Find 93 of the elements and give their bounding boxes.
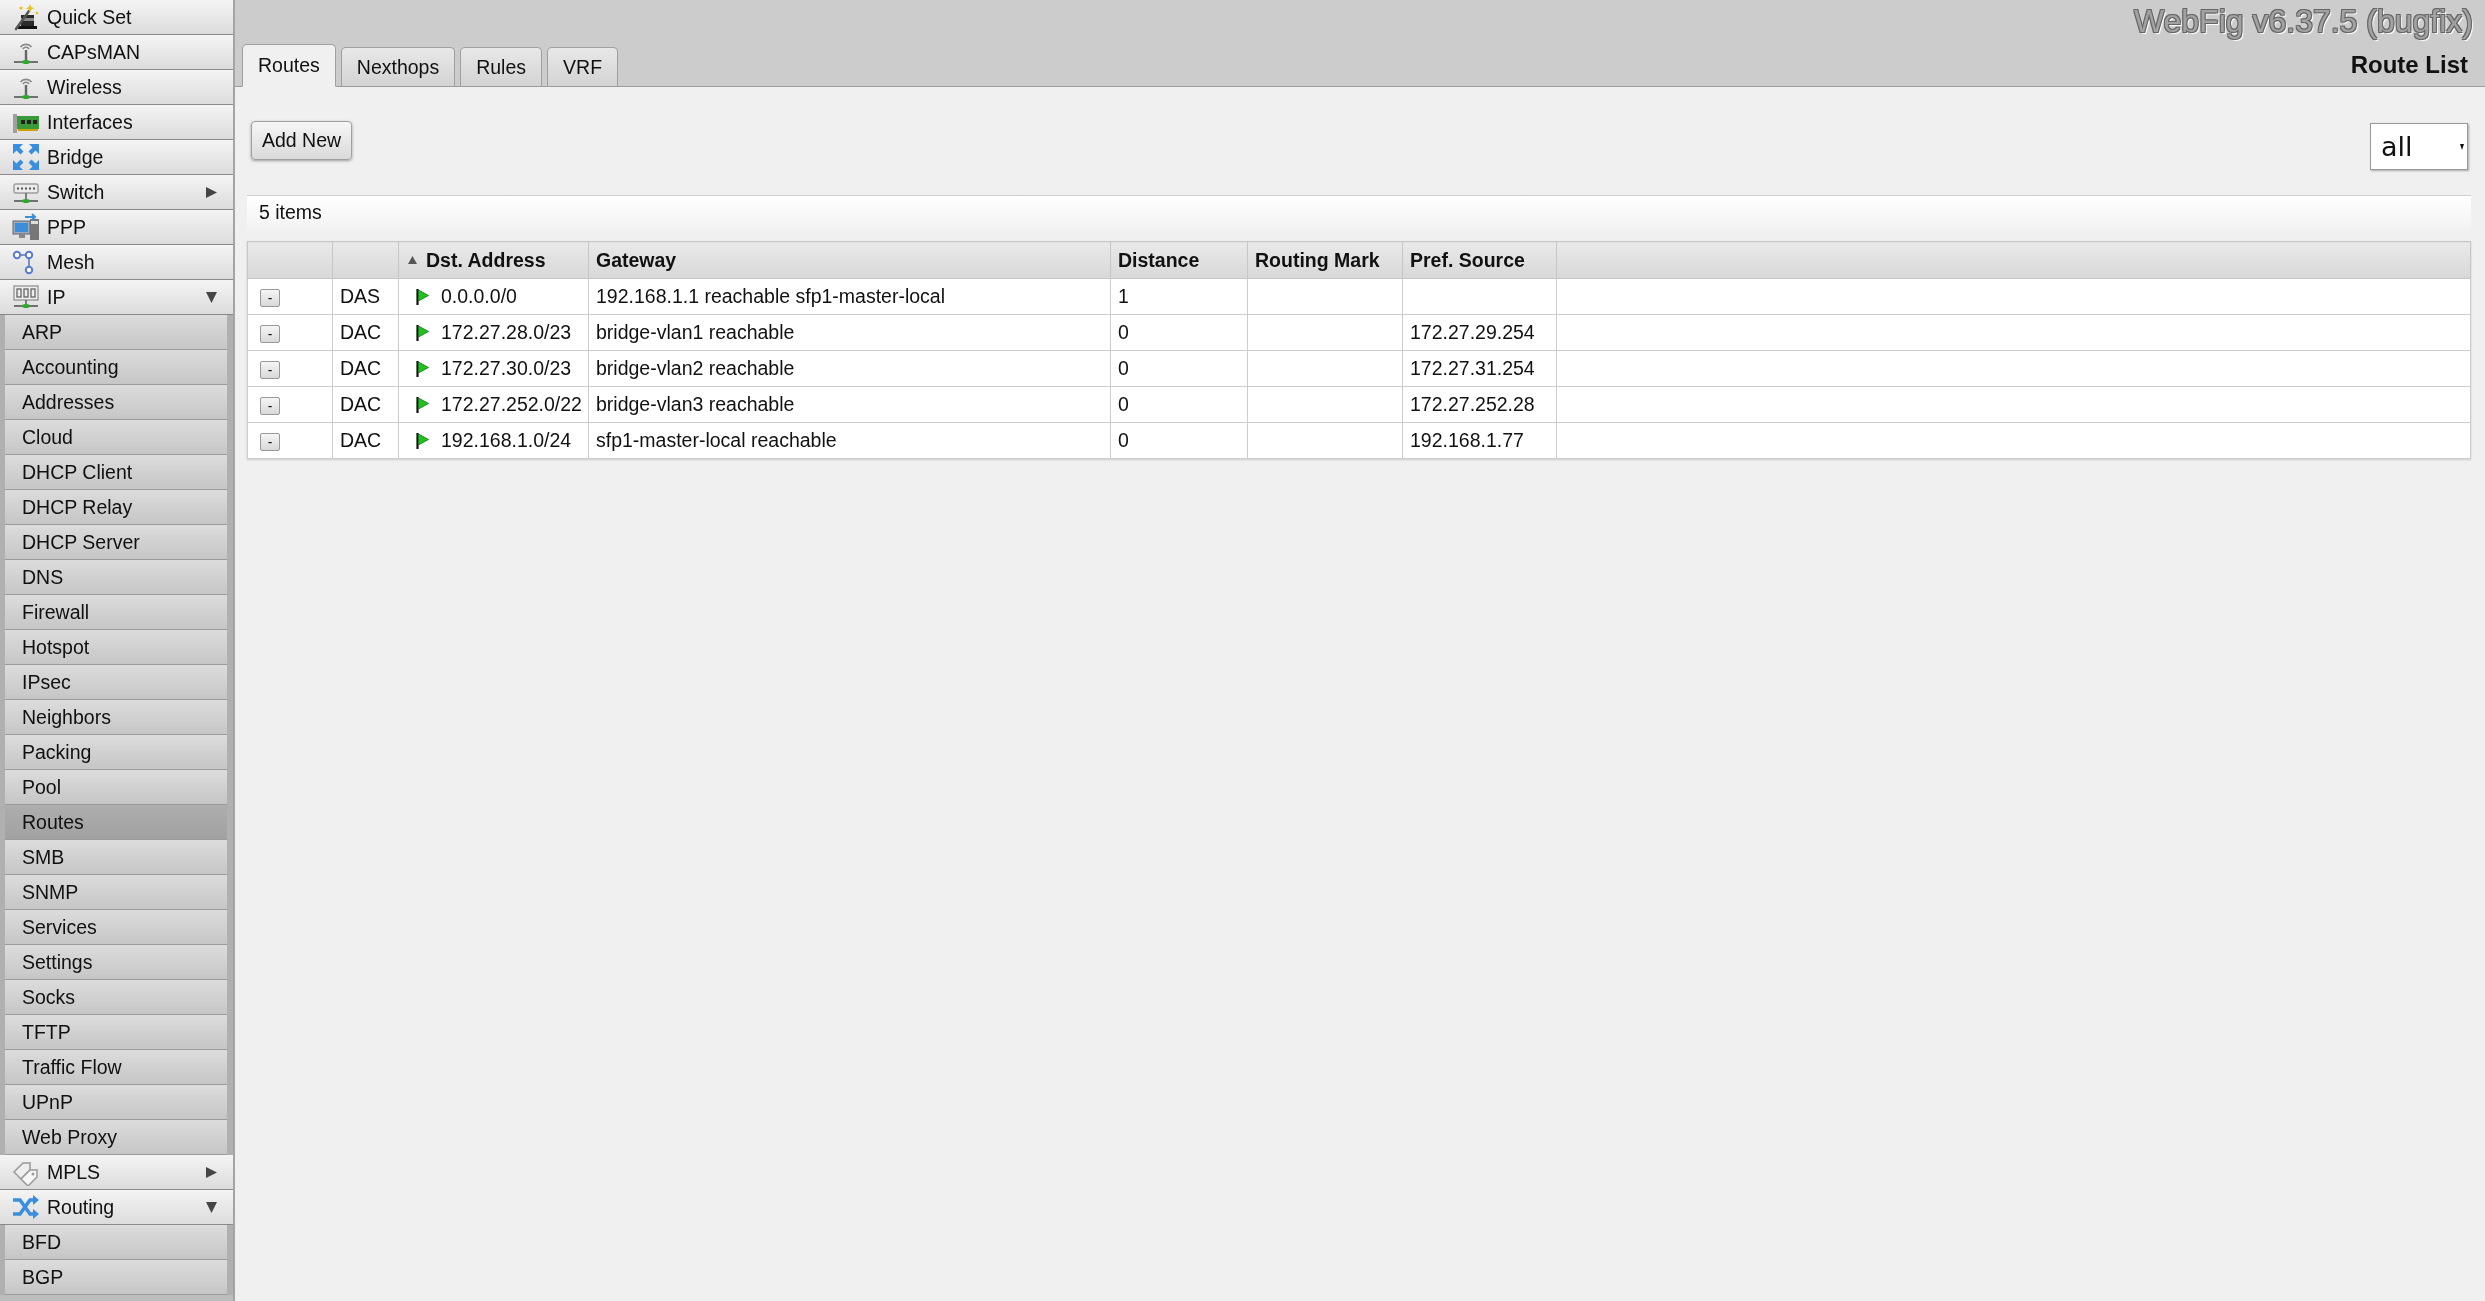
sidebar-item[interactable]: Web Proxy — [5, 1120, 227, 1155]
sidebar-item[interactable]: Pool — [5, 770, 227, 805]
sidebar-item[interactable]: IPsec — [5, 665, 227, 700]
sidebar-item[interactable]: DNS — [5, 560, 227, 595]
table-cell: 192.168.1.1 reachable sfp1-master-local — [588, 278, 1111, 315]
minus-button[interactable]: - — [260, 325, 280, 343]
sidebar-item[interactable]: SNMP — [5, 875, 227, 910]
sidebar-item[interactable]: Socks — [5, 980, 227, 1015]
table-cell: 172.27.252.28 — [1402, 386, 1557, 423]
sidebar-item[interactable]: DHCP Client — [5, 455, 227, 490]
table-cell: DAC — [332, 350, 399, 387]
tab[interactable]: Nexthops — [340, 47, 456, 87]
table-cell: sfp1-master-local reachable — [588, 422, 1111, 459]
table-cell: bridge-vlan1 reachable — [588, 314, 1111, 351]
sidebar-item[interactable]: Traffic Flow — [5, 1050, 227, 1085]
sidebar-item[interactable]: MPLS — [0, 1155, 233, 1190]
address-text: 172.27.30.0/23 — [441, 357, 572, 380]
sidebar-item[interactable]: BFD — [5, 1225, 227, 1260]
sidebar-item[interactable]: Wireless — [0, 70, 233, 105]
sidebar-item[interactable]: Settings — [5, 945, 227, 980]
add-new-button[interactable]: Add New — [251, 121, 353, 160]
table-cell: bridge-vlan3 reachable — [588, 386, 1111, 423]
address-text: 192.168.1.0/24 — [441, 429, 572, 452]
sidebar-item[interactable]: DHCP Server — [5, 525, 227, 560]
sidebar-item[interactable]: UPnP — [5, 1085, 227, 1120]
table-cell: 0 — [1110, 314, 1248, 351]
item-count: 5 items — [247, 195, 2471, 229]
sidebar-item[interactable]: DHCP Relay — [5, 490, 227, 525]
sidebar-item[interactable]: BGP — [5, 1260, 227, 1295]
column-header[interactable]: Gateway — [588, 241, 1111, 279]
sidebar-item[interactable]: CAPsMAN — [0, 35, 233, 70]
filter-dropdown[interactable]: all — [2370, 123, 2468, 170]
sidebar-item[interactable]: Cloud — [5, 420, 227, 455]
caret-right-icon[interactable] — [206, 1166, 217, 1178]
table-cell: 0 — [1110, 386, 1248, 423]
table-cell: 172.27.31.254 — [1402, 350, 1557, 387]
flag-icon — [416, 360, 429, 377]
sidebar-item[interactable]: Quick Set — [0, 0, 233, 35]
sidebar-item[interactable]: Routes — [5, 805, 227, 840]
flag-icon — [416, 324, 429, 341]
sidebar-item[interactable]: Mesh — [0, 245, 233, 280]
sidebar-item[interactable]: ARP — [5, 315, 227, 350]
table-cell: DAC — [332, 386, 399, 423]
sidebar-item[interactable]: PPP — [0, 210, 233, 245]
tab[interactable]: Routes — [242, 44, 336, 87]
sidebar-item[interactable]: Services — [5, 910, 227, 945]
sidebar-item[interactable]: Bridge — [0, 140, 233, 175]
address-text: 172.27.252.0/22 — [441, 393, 582, 416]
monitors-icon — [12, 213, 40, 241]
caret-down-icon[interactable] — [206, 1201, 217, 1213]
column-header[interactable]: Pref. Source — [1402, 241, 1557, 279]
table-cell: DAS — [332, 278, 399, 315]
app-title: WebFig v6.37.5 (bugfix) — [2133, 3, 2473, 39]
sidebar-item[interactable]: IP — [0, 280, 233, 315]
table-cell: 0 — [1110, 422, 1248, 459]
table-cell: 0 — [1110, 350, 1248, 387]
sidebar-item[interactable]: Hotspot — [5, 630, 227, 665]
sidebar-item[interactable]: Interfaces — [0, 105, 233, 140]
flag-icon — [416, 396, 429, 413]
table-cell: 172.27.29.254 — [1402, 314, 1557, 351]
caret-down-icon[interactable] — [206, 291, 217, 303]
minus-button[interactable]: - — [260, 433, 280, 451]
address-text: 172.27.28.0/23 — [441, 321, 572, 344]
flag-icon — [416, 432, 429, 449]
table-cell: DAC — [332, 314, 399, 351]
crossing-arrows-icon — [12, 1193, 40, 1221]
caret-right-icon[interactable] — [206, 186, 217, 198]
table-cell: 1 — [1110, 278, 1248, 315]
flag-icon — [416, 288, 429, 305]
minus-button[interactable]: - — [260, 289, 280, 307]
sidebar-item[interactable]: Addresses — [5, 385, 227, 420]
sidebar-item[interactable]: Switch — [0, 175, 233, 210]
page-title: Route List — [2350, 51, 2468, 79]
wand-hat-icon — [12, 3, 40, 31]
address-box-icon — [12, 283, 40, 311]
sidebar-item[interactable]: TFTP — [5, 1015, 227, 1050]
minus-button[interactable]: - — [260, 397, 280, 415]
sidebar-item[interactable]: Accounting — [5, 350, 227, 385]
sidebar-item[interactable]: Firewall — [5, 595, 227, 630]
table-cell: 192.168.1.77 — [1402, 422, 1557, 459]
sidebar-item[interactable]: Routing — [0, 1190, 233, 1225]
table-cell: bridge-vlan2 reachable — [588, 350, 1111, 387]
tab[interactable]: Rules — [460, 47, 543, 87]
sidebar-item[interactable]: Neighbors — [5, 700, 227, 735]
address-text: 0.0.0.0/0 — [441, 285, 517, 308]
tab[interactable]: VRF — [547, 47, 619, 87]
caret-icon — [2460, 143, 2464, 150]
table-cell: DAC — [332, 422, 399, 459]
sidebar-item[interactable]: Packing — [5, 735, 227, 770]
sidebar-item[interactable]: SMB — [5, 840, 227, 875]
column-header[interactable]: Distance — [1110, 241, 1248, 279]
arrows-icon — [12, 143, 40, 171]
minus-button[interactable]: - — [260, 361, 280, 379]
